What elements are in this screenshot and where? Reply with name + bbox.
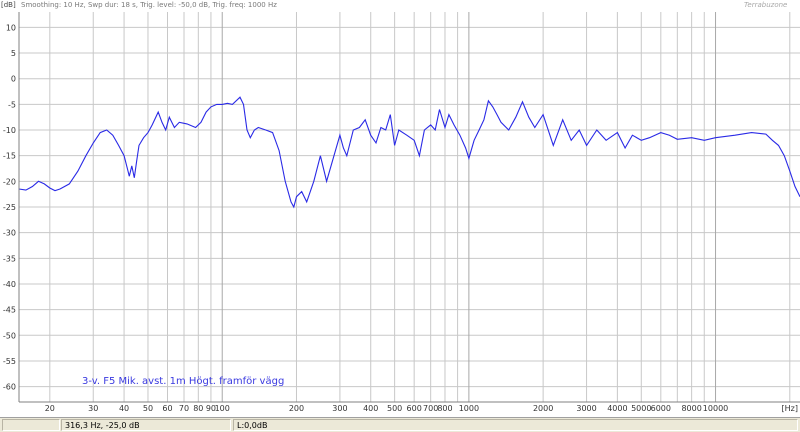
y-tick-label: -20 (3, 177, 16, 186)
measurement-settings: Smoothing: 10 Hz, Swp dur: 18 s, Trig. l… (21, 1, 277, 9)
cursor-readout: 316,3 Hz, -25,0 dB (61, 419, 231, 431)
y-tick-label: 5 (11, 49, 16, 58)
y-tick-label: -5 (8, 100, 16, 109)
x-tick-label: 6000 (651, 404, 671, 413)
x-tick-label: 60 (162, 404, 172, 413)
x-tick-label: 80 (193, 404, 203, 413)
y-tick-label: -10 (3, 126, 16, 135)
x-tick-label: 5000 (631, 404, 651, 413)
x-tick-label: 30 (88, 404, 98, 413)
y-tick-label: -30 (3, 229, 16, 238)
brand-watermark: Terrabuzone (744, 1, 788, 9)
x-tick-label: 3000 (576, 404, 596, 413)
y-tick-label: -55 (3, 357, 16, 366)
x-tick-label: 600 (407, 404, 422, 413)
x-tick-label: 10000 (703, 404, 728, 413)
status-cell-empty (2, 419, 60, 431)
x-tick-label: 1000 (459, 404, 479, 413)
chart-annotation: 3-v. F5 Mik. avst. 1m Högt. framför vägg (82, 376, 284, 387)
y-tick-label: -15 (3, 152, 16, 161)
x-tick-label: 8000 (681, 404, 701, 413)
x-tick-label: 200 (289, 404, 304, 413)
x-tick-label: 500 (387, 404, 402, 413)
y-tick-label: -45 (3, 306, 16, 315)
y-tick-label: -60 (3, 383, 16, 392)
y-tick-label: -35 (3, 254, 16, 263)
y-tick-label: 0 (11, 75, 16, 84)
x-tick-label: 70 (179, 404, 189, 413)
x-tick-label: 20 (45, 404, 55, 413)
status-bar: 316,3 Hz, -25,0 dB L:0,0dB (0, 417, 800, 432)
x-tick-label: 400 (363, 404, 378, 413)
y-tick-label: 10 (6, 23, 16, 32)
x-tick-label: 100 (215, 404, 230, 413)
x-axis-unit-label: [Hz] (782, 404, 798, 413)
x-tick-label: 700 (423, 404, 438, 413)
x-tick-label: 40 (119, 404, 129, 413)
y-tick-label: -50 (3, 331, 16, 340)
x-tick-label: 300 (332, 404, 347, 413)
y-tick-label: -40 (3, 280, 16, 289)
x-tick-label: 4000 (607, 404, 627, 413)
y-unit-label: [dB] (1, 1, 16, 9)
x-tick-label: 50 (143, 404, 153, 413)
frequency-response-chart[interactable]: 1050-5-10-15-20-25-30-35-40-45-50-55-602… (0, 0, 800, 432)
x-tick-label: 2000 (533, 404, 553, 413)
x-tick-label: 800 (437, 404, 452, 413)
level-readout: L:0,0dB (233, 419, 798, 431)
y-tick-label: -25 (3, 203, 16, 212)
